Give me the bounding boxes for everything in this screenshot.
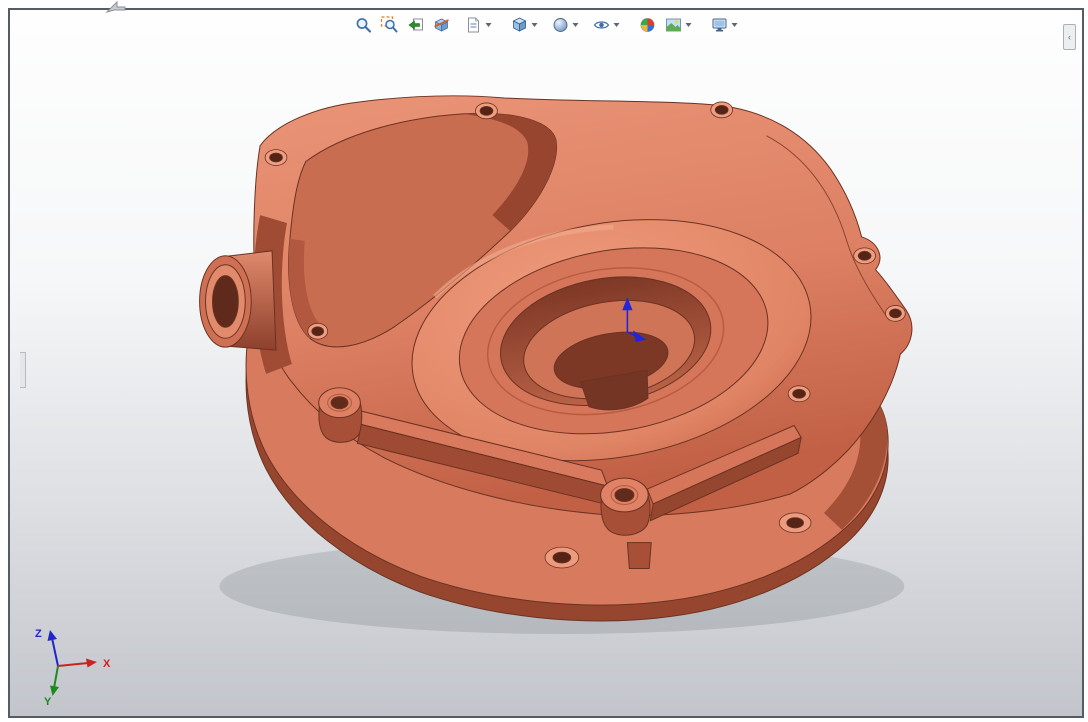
section-view-button[interactable] [430,14,454,36]
appearance-ball-icon [640,18,655,32]
triad-x-label: X [103,658,111,670]
display-style-button[interactable] [549,14,582,36]
bolt-hole [787,385,811,403]
section-view-icon [434,18,449,32]
view-settings-button[interactable] [708,14,741,36]
task-pane-collapse-tab[interactable]: ‹ [1063,24,1076,50]
chevron-left-icon: ‹ [1068,32,1071,42]
reference-triad: Z X Y [35,628,111,706]
heads-up-view-toolbar [351,14,742,36]
view-orientation-button[interactable] [508,14,541,36]
apply-scene-button[interactable] [662,14,695,36]
previous-view-button[interactable] [404,14,428,36]
triad-z-label: Z [35,628,42,640]
hide-show-items-button[interactable] [590,14,623,36]
triad-z-axis: Z [35,628,59,667]
annotation-views-icon [468,17,480,33]
left-edge-tab[interactable] [20,352,26,388]
zoom-to-fit-icon [356,18,372,33]
triad-y-axis: Y [44,665,59,706]
dropdown-caret-icon[interactable] [685,23,692,27]
annotation-views-button[interactable] [462,14,495,36]
view-orientation-cube-icon [512,17,527,32]
dropdown-caret-icon[interactable] [531,23,538,27]
bolt-hole [264,149,288,166]
bolt-hole [778,512,812,534]
graphics-area[interactable]: Z X Y ‹ [8,8,1084,718]
zoom-to-fit-button[interactable] [352,14,376,36]
dropdown-caret-icon[interactable] [731,23,738,27]
bolt-hole [475,102,498,120]
bolt-hole [710,101,734,119]
zoom-to-area-icon [380,16,398,33]
triad-y-label: Y [44,696,52,706]
bolt-hole [853,247,876,265]
model-3d-part[interactable] [10,10,1082,716]
monitor-icon [712,18,727,32]
viewport-corner-arrow-icon[interactable] [104,0,128,14]
side-tube[interactable] [199,215,292,374]
triad-x-axis: X [57,658,111,670]
dropdown-caret-icon[interactable] [613,23,620,27]
scene-icon [666,18,681,32]
display-style-icon [553,18,568,32]
eye-icon [593,21,610,29]
edit-appearance-button[interactable] [636,14,660,36]
bolt-hole [307,322,329,340]
bolt-hole [544,546,580,569]
dropdown-caret-icon[interactable] [572,23,579,27]
bolt-hole [885,305,906,322]
zoom-to-area-button[interactable] [378,14,402,36]
dropdown-caret-icon[interactable] [485,23,492,27]
solidworks-viewport-window: { "toolbar": { "items": [ {"name": "zoom… [0,0,1088,722]
previous-view-icon [408,18,423,31]
